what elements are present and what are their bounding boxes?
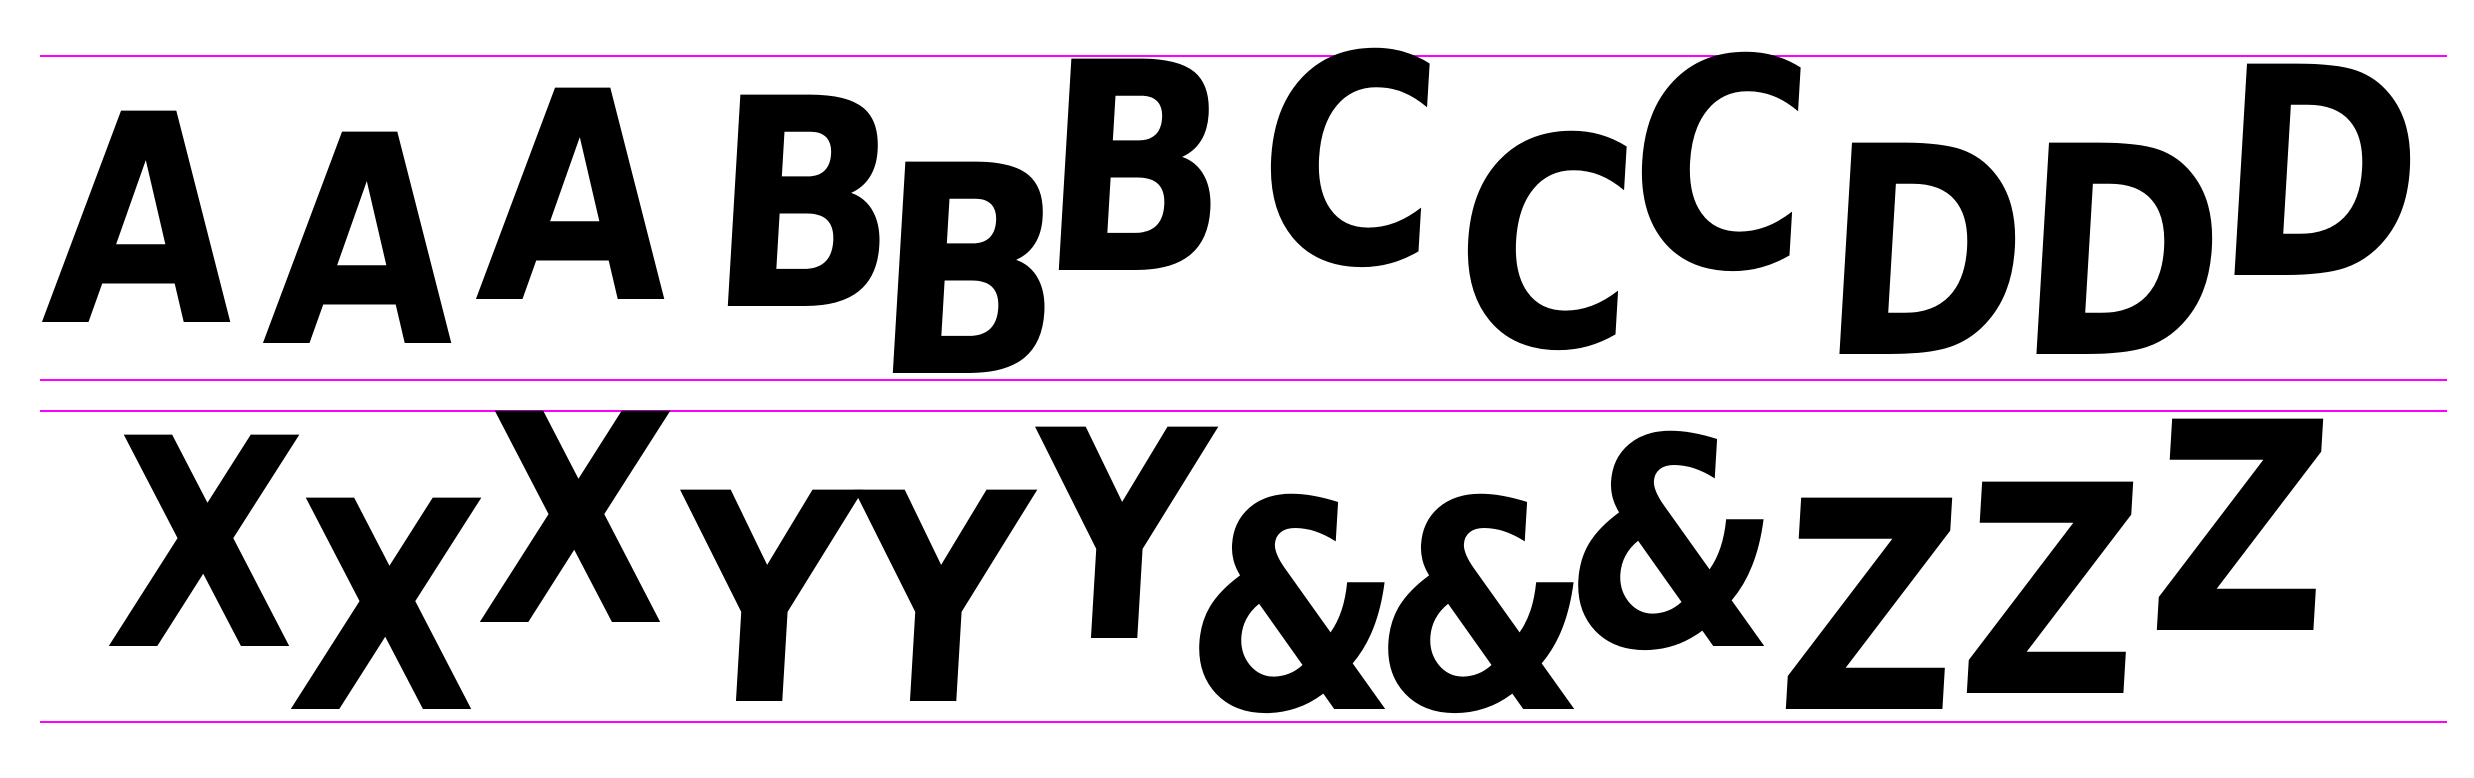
glyph: B: [1032, 1, 1240, 339]
glyph: X: [281, 440, 493, 778]
glyph: Z: [1770, 440, 1970, 778]
glyph: A: [470, 30, 682, 368]
glyph: C: [1445, 77, 1647, 415]
glyph: X: [99, 377, 311, 715]
glyph: A: [36, 53, 248, 391]
glyph: D: [2207, 6, 2433, 344]
glyph: C: [1248, 0, 1450, 332]
glyph: D: [2009, 85, 2235, 423]
glyph: Y: [665, 432, 865, 770]
glyph: Z: [1951, 424, 2151, 762]
glyph: Z: [2141, 361, 2341, 699]
glyph: Y: [839, 432, 1039, 770]
glyph: &: [1555, 377, 1791, 715]
glyph: C: [1619, 0, 1821, 336]
guide-line-row1-top: [40, 55, 2447, 57]
glyph: D: [1812, 85, 2038, 423]
glyph: A: [257, 74, 469, 412]
glyph: X: [470, 353, 682, 691]
